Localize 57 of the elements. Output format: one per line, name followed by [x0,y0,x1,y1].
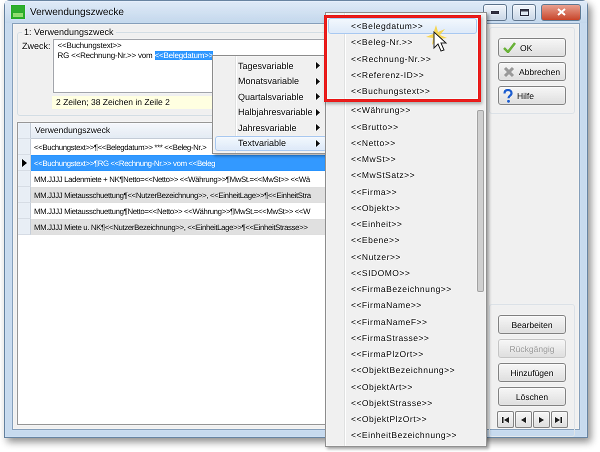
group-title: 1: Verwendungszweck [23,27,115,37]
menu-item[interactable]: <<Nutzer>> [328,248,477,265]
menu-item[interactable]: <<ObjektArt>> [328,378,477,395]
menu-item[interactable]: <<FirmaNameF>> [328,314,477,330]
minimize-button[interactable] [483,4,507,20]
next-arrow-icon [536,414,546,424]
submenu-arrow-icon [316,78,320,85]
action-button[interactable]: Löschen [498,387,566,406]
menu-item[interactable]: <<Brutto>> [328,118,477,135]
action-button[interactable]: Bearbeiten [498,315,566,334]
menu-item[interactable]: Textvariable [215,136,327,151]
ok-button[interactable]: OK [498,38,566,57]
cancel-button[interactable]: Abbrechen [498,62,566,81]
menu-item[interactable]: <<FirmaPlzOrt>> [328,346,477,362]
submenu-arrow-icon [316,93,320,100]
maximize-icon [520,8,528,16]
window-title: Verwendungszwecke [30,6,125,18]
menu-item[interactable]: <<Einheit>> [328,216,477,232]
menu-item[interactable]: <<Ebene>> [328,232,477,248]
menu-item[interactable]: <<Referenz-ID>> [328,66,477,83]
close-icon [556,8,566,16]
menu-item[interactable]: <<FirmaStrasse>> [328,330,477,346]
menu-item[interactable]: <<ObjektPlzOrt>> [328,411,477,428]
last-arrow-icon [554,414,564,424]
menu-item[interactable]: <<ObjektStrasse>> [328,394,477,411]
menu-item[interactable]: <<ObjektBezeichnung>> [328,362,477,378]
minimize-icon [491,10,499,14]
app-icon [11,5,25,19]
menu-item[interactable]: <<FirmaName>> [328,297,477,314]
submenu-arrow-icon [316,62,320,70]
menu-item[interactable]: Tagesvariable [215,58,327,74]
submenu-arrow-icon [316,108,320,116]
close-button[interactable] [541,4,581,20]
submenu-arrow-icon [316,124,320,132]
navigation-button[interactable] [514,411,532,428]
maximize-button[interactable] [512,4,536,20]
help-button[interactable]: Hilfe [498,86,566,105]
navigation-button[interactable] [550,411,568,428]
submenu-arrow-icon [316,140,320,147]
menu-item[interactable]: <<Netto>> [328,134,477,151]
menu-item[interactable]: <<Rechnung-Nr.>> [328,50,477,67]
help-icon [503,88,513,102]
row-header[interactable] [18,155,31,171]
check-icon [503,42,516,53]
current-row-icon [22,158,26,166]
menu-item[interactable]: <<Belegdatum>> [328,18,477,34]
menu-item[interactable]: <<SIDOMO>> [328,264,477,281]
field-label: Zweck: [22,40,51,53]
first-arrow-icon [500,414,510,424]
navigation-button[interactable] [496,411,514,428]
action-button[interactable]: Hinzufügen [498,363,566,382]
menu-item[interactable]: <<FirmaBezeichnung>> [328,281,477,298]
menu-item[interactable]: Jahresvariable [215,120,327,136]
navigation-button[interactable] [532,411,550,428]
cross-icon [503,66,515,78]
menu-item[interactable]: <<EinheitBezeichnung>> [328,427,477,444]
menu-item[interactable]: Monatsvariable [215,74,327,89]
